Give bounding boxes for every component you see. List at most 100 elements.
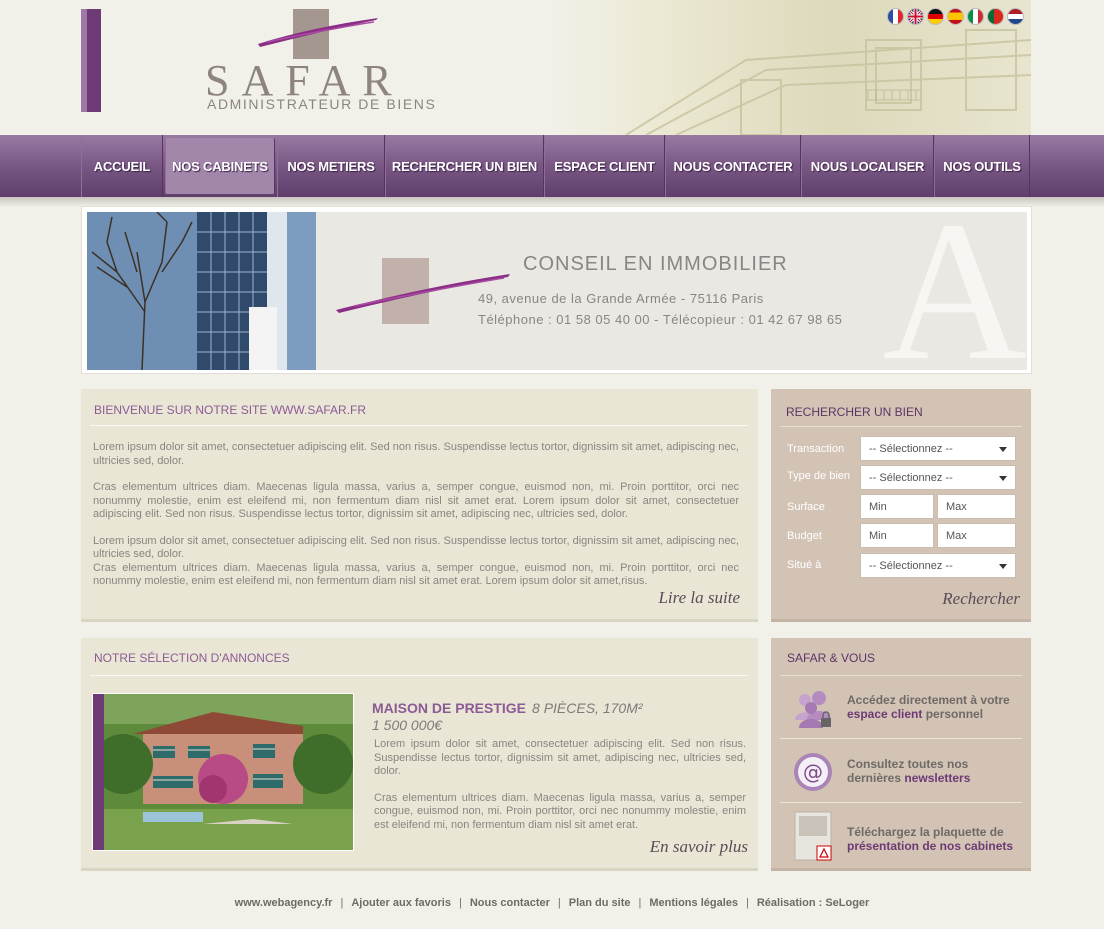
nav-nous-contacter[interactable]: NOUS CONTACTER [665, 135, 801, 197]
property-type-label: Type de bien [787, 470, 850, 482]
newsletters-highlight: newsletters [904, 771, 971, 785]
listing-description: Lorem ipsum dolor sit amet, consectetuer… [374, 738, 746, 845]
french-flag-icon[interactable] [887, 8, 904, 25]
property-type-select[interactable]: -- Sélectionnez -- [860, 465, 1016, 490]
office-building-photo [87, 212, 316, 370]
budget-min-input[interactable]: Min [860, 523, 934, 548]
footer-separator: | [340, 897, 344, 909]
listing-paragraph: Lorem ipsum dolor sit amet, consectetuer… [374, 738, 746, 777]
listing-title[interactable]: MAISON DE PRESTIGE 8 PIÈCES, 170M² [372, 700, 643, 716]
transaction-select-value: -- Sélectionnez -- [869, 443, 953, 455]
safar-vous-title: SAFAR & VOUS [787, 651, 876, 665]
welcome-paragraph: Lorem ipsum dolor sit amet, consectetuer… [93, 441, 739, 467]
chevron-down-icon [999, 476, 1007, 481]
logo-accent-bar [81, 9, 101, 112]
surface-max-input[interactable]: Max [937, 494, 1016, 519]
language-selector [887, 8, 1024, 25]
uk-flag-icon[interactable] [907, 8, 924, 25]
welcome-paragraph: Cras elementum ultrices diam. Maecenas l… [93, 561, 739, 588]
brochure-text: Téléchargez la plaquette de présentation… [847, 825, 1013, 853]
svg-text:@: @ [803, 760, 823, 784]
client-area-highlight: espace client [847, 707, 923, 721]
pdf-document-icon [794, 811, 832, 861]
listing-price: 1 500 000€ [372, 717, 443, 733]
surface-min-input[interactable]: Min [860, 494, 934, 519]
footer-link-favorites[interactable]: Ajouter aux favoris [351, 897, 451, 909]
decorative-letter: A [882, 181, 1027, 402]
location-select[interactable]: -- Sélectionnez -- [860, 553, 1016, 578]
transaction-select[interactable]: -- Sélectionnez -- [860, 436, 1016, 461]
brochure-line1: Téléchargez la plaquette de [847, 825, 1004, 839]
chevron-down-icon [999, 447, 1007, 452]
users-lock-icon [795, 691, 831, 728]
welcome-title: BIENVENUE SUR NOTRE SITE WWW.SAFAR.FR [94, 403, 367, 417]
site-header: SAFAR ADMINISTRATEUR DE BIENS [0, 0, 1104, 135]
footer-link-contact[interactable]: Nous contacter [470, 897, 550, 909]
dutch-flag-icon[interactable] [1007, 8, 1024, 25]
listing-name: MAISON DE PRESTIGE [372, 700, 527, 716]
transaction-label: Transaction [787, 443, 845, 455]
location-label: Situé à [787, 559, 822, 571]
brochure-download-link[interactable]: Téléchargez la plaquette de présentation… [780, 804, 1022, 867]
client-area-line1: Accédez directement à votre [847, 693, 1010, 707]
surface-label: Surface [787, 501, 825, 513]
budget-max-input[interactable]: Max [937, 523, 1016, 548]
footer-link-sitemap[interactable]: Plan du site [569, 897, 631, 909]
building-photo-illustration [87, 212, 316, 370]
chevron-down-icon [999, 564, 1007, 569]
footer-link-legal[interactable]: Mentions légales [649, 897, 738, 909]
italian-flag-icon[interactable] [967, 8, 984, 25]
nav-nos-cabinets[interactable]: NOS CABINETS [165, 138, 275, 194]
german-flag-icon[interactable] [927, 8, 944, 25]
banner-address: 49, avenue de la Grande Armée - 75116 Pa… [478, 291, 764, 306]
client-area-line2: personnel [922, 707, 984, 721]
newsletters-text: Consultez toutes nos dernières newslette… [847, 757, 970, 785]
footer-separator: | [557, 897, 561, 909]
spanish-flag-icon[interactable] [947, 8, 964, 25]
welcome-panel: BIENVENUE SUR NOTRE SITE WWW.SAFAR.FR Lo… [81, 389, 758, 622]
nav-rechercher-un-bien[interactable]: RECHERCHER UN BIEN [385, 135, 544, 197]
footer-separator: | [746, 897, 749, 909]
search-title: RECHERCHER UN BIEN [786, 405, 923, 419]
footer-separator: | [458, 897, 462, 909]
search-submit-button[interactable]: Rechercher [942, 589, 1020, 609]
footer-link-credits[interactable]: Réalisation : SeLoger [757, 897, 869, 909]
footer-link-webagency[interactable]: www.webagency.fr [235, 897, 333, 909]
nav-accueil[interactable]: ACCUEIL [81, 135, 163, 197]
banner-phone: Téléphone : 01 58 05 40 00 - Télécopieur… [478, 312, 843, 327]
nav-espace-client[interactable]: ESPACE CLIENT [544, 135, 665, 197]
newsletters-line2: dernières [847, 771, 905, 785]
property-type-select-value: -- Sélectionnez -- [869, 472, 953, 484]
listings-panel: NOTRE SÉLECTION D'ANNONCES MAISON DE PRE… [81, 638, 758, 871]
hero-banner: A CONSEIL EN IMMOBILIER 49, avenue de la… [81, 181, 1032, 402]
welcome-paragraph: Lorem ipsum dolor sit amet, consectetuer… [93, 534, 739, 561]
budget-label: Budget [787, 530, 822, 542]
nav-nos-metiers[interactable]: NOS METIERS [277, 135, 385, 197]
listings-title: NOTRE SÉLECTION D'ANNONCES [94, 651, 290, 665]
banner-info-panel: A CONSEIL EN IMMOBILIER 49, avenue de la… [316, 181, 1027, 402]
welcome-text: Lorem ipsum dolor sit amet, consectetuer… [93, 441, 739, 602]
safar-and-you-panel: SAFAR & VOUS Accédez directement à votre… [771, 638, 1031, 871]
title-divider [90, 675, 748, 676]
logo-tagline: ADMINISTRATEUR DE BIENS [207, 96, 437, 112]
villa-photo-illustration [93, 694, 353, 850]
property-search-panel: RECHERCHER UN BIEN Transaction -- Sélect… [771, 389, 1031, 622]
location-select-value: -- Sélectionnez -- [869, 560, 953, 572]
client-area-text: Accédez directement à votre espace clien… [847, 693, 1010, 721]
brochure-highlight: présentation de nos cabinets [847, 839, 1014, 853]
more-details-link[interactable]: En savoir plus [650, 837, 748, 857]
at-sign-icon: @ [794, 753, 832, 791]
footer-separator: | [638, 897, 642, 909]
welcome-paragraph: Cras elementum ultrices diam. Maecenas l… [93, 481, 739, 520]
listing-photo-accent [93, 694, 104, 850]
listing-photo[interactable] [92, 693, 354, 851]
newsletters-line1: Consultez toutes nos [847, 757, 969, 771]
portuguese-flag-icon[interactable] [987, 8, 1004, 25]
banner-title: CONSEIL EN IMMOBILIER [523, 253, 788, 275]
listing-paragraph: Cras elementum ultrices diam. Maecenas l… [374, 791, 746, 831]
read-more-link[interactable]: Lire la suite [658, 588, 740, 608]
newsletters-link[interactable]: @ Consultez toutes nos dernières newslet… [780, 740, 1022, 803]
client-area-link[interactable]: Accédez directement à votre espace clien… [780, 676, 1022, 739]
logo-brush-stroke [258, 18, 378, 47]
listing-details: 8 PIÈCES, 170M² [532, 700, 643, 716]
